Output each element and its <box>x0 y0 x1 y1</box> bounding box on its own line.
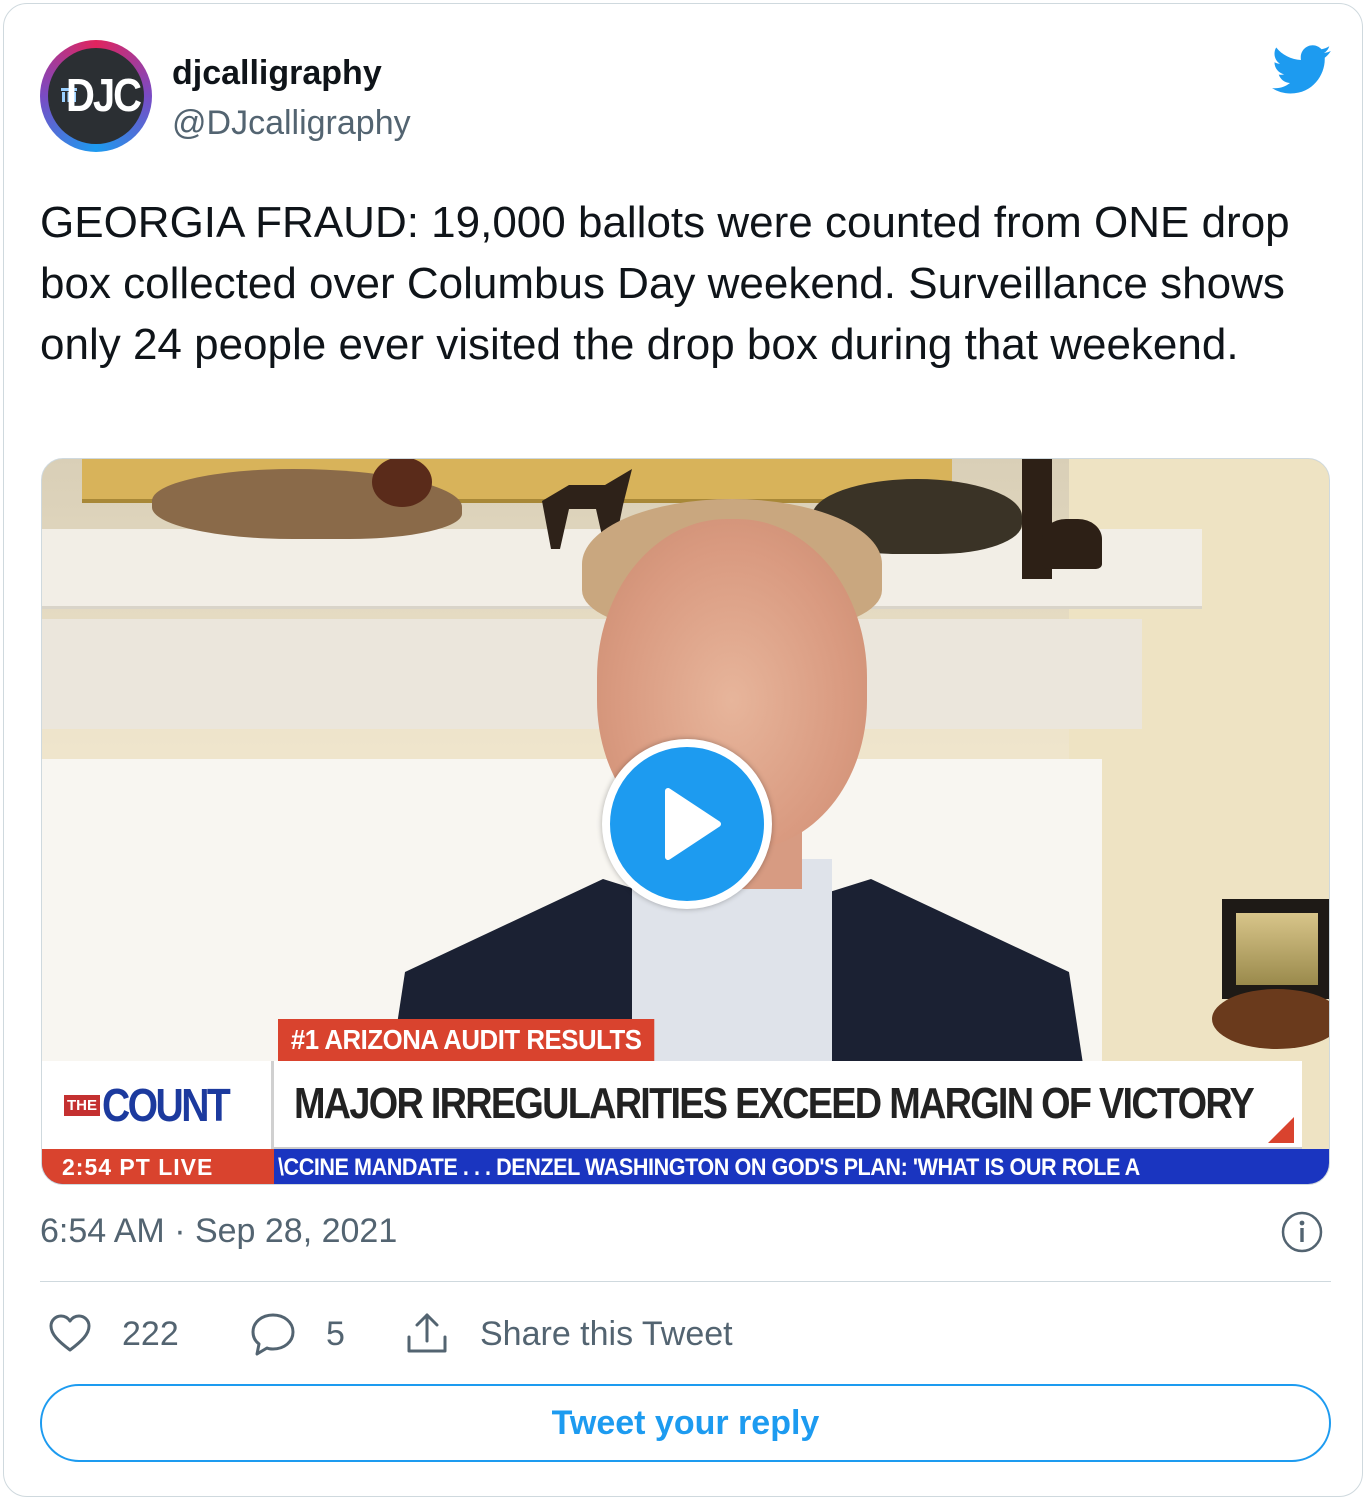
divider <box>40 1281 1331 1282</box>
tweet-timestamp[interactable]: 6:54 AM · Sep 28, 2021 <box>40 1212 397 1251</box>
side-table <box>1212 989 1329 1049</box>
news-ticker: 2:54 PT LIVE \CCINE MANDATE . . . DENZEL… <box>42 1149 1329 1184</box>
twitter-bird-icon[interactable] <box>1272 44 1332 96</box>
avatar-text: DJC <box>65 70 142 121</box>
info-icon[interactable] <box>1280 1210 1324 1254</box>
reply-button[interactable]: 5 <box>250 1309 345 1359</box>
avatar[interactable]: DJC <box>40 40 152 152</box>
news-headline: MAJOR IRREGULARITIES EXCEED MARGIN OF VI… <box>294 1079 1255 1128</box>
tweet-your-reply-button[interactable]: Tweet your reply <box>40 1384 1331 1462</box>
show-logo-count: COUNT <box>102 1079 231 1131</box>
elephant-figurine <box>1042 519 1102 569</box>
news-subheadline: #1 ARIZONA AUDIT RESULTS <box>278 1019 655 1061</box>
show-logo-the: THE <box>64 1094 100 1116</box>
share-button[interactable]: Share this Tweet <box>404 1309 733 1359</box>
like-count: 222 <box>122 1314 179 1353</box>
avatar-image: DJC <box>48 48 144 144</box>
mantel-molding <box>42 619 1142 729</box>
news-lower-third: THE COUNT MAJOR IRREGULARITIES EXCEED MA… <box>42 1061 1302 1149</box>
duck-decoy-left <box>152 459 462 539</box>
user-handle[interactable]: @DJcalligraphy <box>172 104 411 143</box>
photo-frame <box>1222 899 1329 999</box>
show-logo: THE COUNT <box>42 1061 274 1149</box>
video-player[interactable]: #1 ARIZONA AUDIT RESULTS THE COUNT MAJOR… <box>41 458 1330 1185</box>
speech-bubble-icon <box>251 1313 295 1356</box>
play-icon <box>665 788 721 860</box>
play-button[interactable] <box>602 739 772 909</box>
tweet-card: DJC djcalligraphy @DJcalligraphy GEORGIA… <box>3 3 1363 1497</box>
heart-icon <box>49 1314 91 1352</box>
display-name[interactable]: djcalligraphy <box>172 54 382 93</box>
corner-accent <box>1268 1117 1294 1143</box>
tweet-text: GEORGIA FRAUD: 19,000 ballots were count… <box>40 198 1290 369</box>
share-label: Share this Tweet <box>480 1314 733 1353</box>
ticker-text: \CCINE MANDATE . . . DENZEL WASHINGTON O… <box>278 1154 1140 1181</box>
like-button[interactable]: 222 <box>48 1309 179 1359</box>
share-upload-icon <box>407 1313 447 1353</box>
ticker-time: 2:54 PT LIVE <box>42 1149 274 1184</box>
reply-count: 5 <box>326 1314 345 1353</box>
